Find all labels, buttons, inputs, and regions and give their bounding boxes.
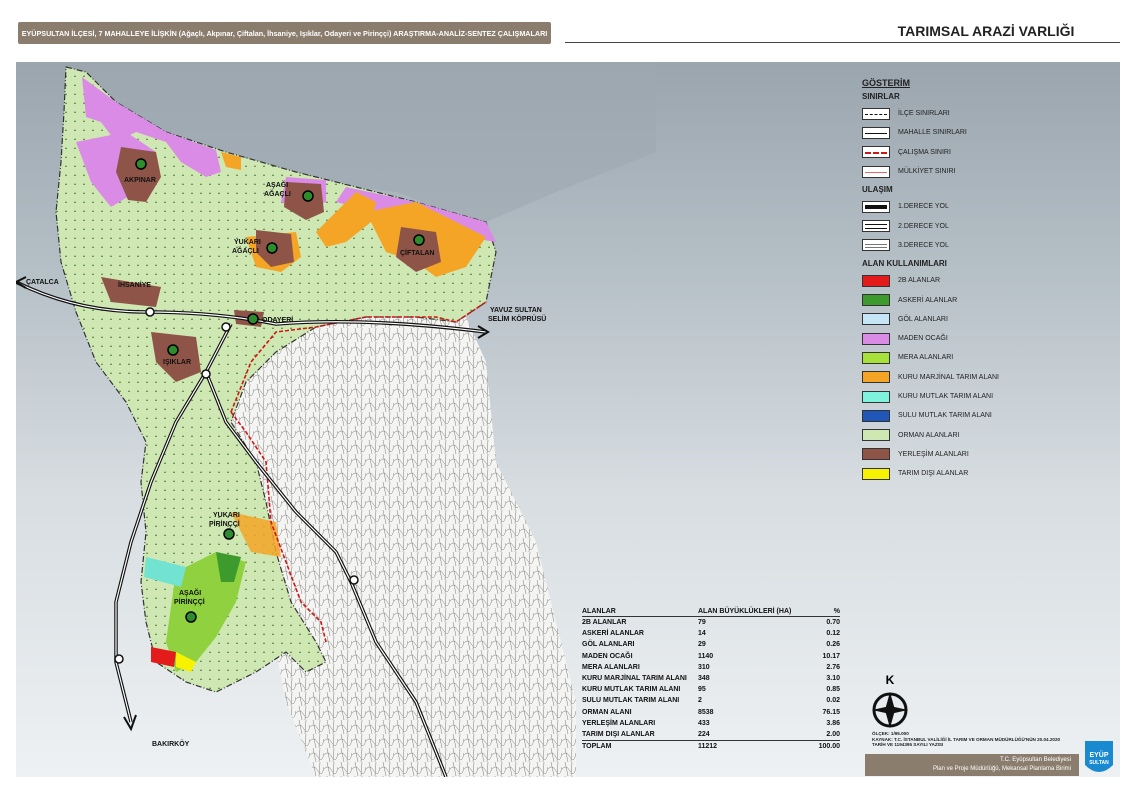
legend: GÖSTERİM SINIRLAR İLÇE SINIRLARI MAHALLE… xyxy=(862,78,1102,483)
legend-swatch xyxy=(862,448,890,461)
label-asagi-agacli-1: AŞAĞI xyxy=(266,180,288,189)
table-row: YERLEŞİM ALANLARI 433 3.86 xyxy=(582,719,840,727)
label-ciftalan: ÇİFTALAN xyxy=(400,249,434,257)
area-table-total: TOPLAM 11212 100.00 xyxy=(582,740,840,752)
table-row: MADEN OCAĞI 1140 10.17 xyxy=(582,652,840,660)
map-title: TARIMSAL ARAZİ VARLIĞI xyxy=(897,23,1075,39)
table-row: MERA ALANLARI 310 2.76 xyxy=(582,663,840,671)
table-row: TARIM DIŞI ALANLAR 224 2.00 xyxy=(582,730,840,738)
title-divider xyxy=(565,42,1120,43)
legend-landuse-item: ORMAN ALANLARI xyxy=(862,425,1102,444)
legend-swatch xyxy=(862,409,890,422)
label-asagi-agacli-2: AĞAÇLI xyxy=(264,189,291,198)
legend-landuse-item: ASKERİ ALANLAR xyxy=(862,290,1102,309)
legend-landuse-item: MADEN OCAĞI xyxy=(862,329,1102,348)
study-title-bar: EYÜPSULTAN İLÇESİ, 7 MAHALLEYE İLİŞKİN (… xyxy=(18,22,551,44)
label-yukari-pirincci-1: YUKARI xyxy=(213,512,240,519)
table-row: 2B ALANLAR 79 0.70 xyxy=(582,619,840,627)
legend-title: GÖSTERİM xyxy=(862,78,911,88)
table-row: ORMAN ALANI 8538 76.15 xyxy=(582,708,840,716)
legend-swatch xyxy=(862,294,890,307)
legend-swatch xyxy=(862,467,890,480)
north-arrow-icon: K xyxy=(872,673,908,728)
label-asagi-pirincci-1: AŞAĞI xyxy=(179,588,201,597)
label-asagi-pirincci-2: PİRİNÇÇİ xyxy=(174,598,205,606)
legend-swatch xyxy=(862,274,890,287)
table-row: SULU MUTLAK TARIM ALANI 2 0.02 xyxy=(582,697,840,705)
footer-bar: T.C. Eyüpsultan Belediyesi Plan ve Proje… xyxy=(865,754,1079,776)
legend-landuse-item: KURU MUTLAK TARIM ALANI xyxy=(862,387,1102,406)
legend-landuse-item: SULU MUTLAK TARIM ALANI xyxy=(862,406,1102,425)
table-row: KURU MUTLAK TARIM ALANI 95 0.85 xyxy=(582,686,840,694)
legend-swatch xyxy=(862,429,890,442)
legend-swatch xyxy=(862,390,890,403)
area-table-body: 2B ALANLAR 79 0.70 ASKERİ ALANLAR 14 0.12 GÖL … xyxy=(582,617,840,740)
label-yukari-agacli-1: YUKARI xyxy=(234,239,261,246)
label-catalca: ÇATALCA xyxy=(26,279,59,286)
eyupsultan-logo-icon: EYÜP SULTAN xyxy=(1085,741,1113,772)
legend-swatch xyxy=(862,371,890,384)
label-odayeri: ODAYERİ xyxy=(262,316,293,324)
label-yukari-agacli-2: AĞAÇLI xyxy=(232,246,259,255)
source-note: ÖLÇEK: 1/95.000 KAYNAK: T.C. İSTANBUL VA… xyxy=(872,731,1061,748)
legend-landuse-item: KURU MARJİNAL TARIM ALANI xyxy=(862,368,1102,387)
legend-landuse-title: ALAN KULLANIMLARI xyxy=(862,259,947,269)
legend-row: MÜLKİYET SINIRI xyxy=(862,162,1102,181)
legend-row: 3.DERECE YOL xyxy=(862,236,1102,255)
table-row: ASKERİ ALANLAR 14 0.12 xyxy=(582,630,840,638)
study-title: EYÜPSULTAN İLÇESİ, 7 MAHALLEYE İLİŞKİN (… xyxy=(21,28,548,38)
svg-text:EYÜP: EYÜP xyxy=(1089,750,1108,759)
label-bakirkoy: BAKIRKÖY xyxy=(152,739,190,748)
legend-row: 1.DERECE YOL xyxy=(862,197,1102,216)
legend-row: İLÇE SINIRLARI xyxy=(862,104,1102,123)
legend-boundaries-title: SINIRLAR xyxy=(862,92,900,101)
area-table: ALANLAR ALAN BÜYÜKLÜKLERİ (HA) % 2B ALAN… xyxy=(582,604,840,752)
legend-swatch xyxy=(862,313,890,326)
legend-swatch xyxy=(862,332,890,345)
legend-landuse-item: 2B ALANLAR xyxy=(862,271,1102,290)
north-letter: K xyxy=(886,673,895,687)
legend-row: ÇALIŞMA SINIRI xyxy=(862,143,1102,162)
label-yavuz-2: SELİM KÖPRÜSÜ xyxy=(488,314,546,323)
label-isiklar: IŞIKLAR xyxy=(163,359,191,366)
legend-landuse-item: MERA ALANLARI xyxy=(862,348,1102,367)
label-yavuz-1: YAVUZ SULTAN xyxy=(490,307,542,314)
label-ihsaniye: İHSANİYE xyxy=(118,281,151,289)
legend-landuse-item: GÖL ALANLARI xyxy=(862,310,1102,329)
area-table-header: ALANLAR ALAN BÜYÜKLÜKLERİ (HA) % xyxy=(582,604,840,617)
table-row: KURU MARJİNAL TARIM ALANI 348 3.10 xyxy=(582,675,840,683)
label-akpinar: AKPINAR xyxy=(124,177,156,184)
legend-row: MAHALLE SINIRLARI xyxy=(862,123,1102,142)
legend-transport-title: ULAŞIM xyxy=(862,185,893,195)
legend-swatch xyxy=(862,351,890,364)
legend-row: 2.DERECE YOL xyxy=(862,216,1102,235)
legend-landuse-item: YERLEŞİM ALANLARI xyxy=(862,445,1102,464)
legend-landuse-list: 2B ALANLAR ASKERİ ALANLAR GÖL ALANLARI MADE… xyxy=(862,271,1102,483)
svg-text:SULTAN: SULTAN xyxy=(1089,760,1109,766)
legend-landuse-item: TARIM DIŞI ALANLAR xyxy=(862,464,1102,483)
label-yukari-pirincci-2: PİRİNÇÇİ xyxy=(209,520,240,528)
table-row: GÖL ALANLARI 29 0.26 xyxy=(582,641,840,649)
